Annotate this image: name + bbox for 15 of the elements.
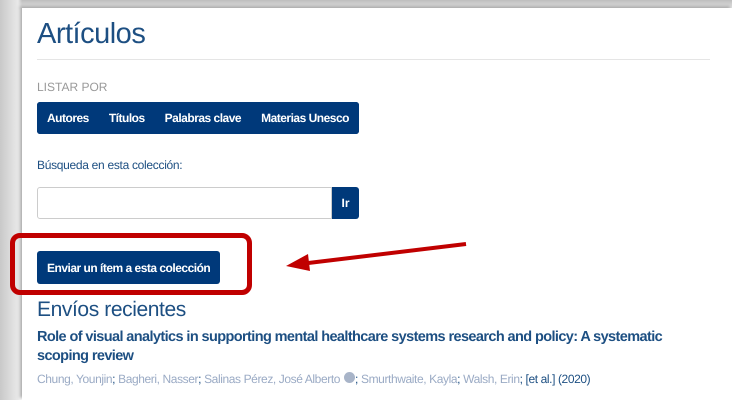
search-label: Búsqueda en esta colección: (37, 158, 182, 172)
separator: ; (520, 372, 523, 386)
separator: ; (355, 372, 358, 386)
separator: ; (198, 372, 202, 386)
browse-label: LISTAR POR (37, 80, 108, 94)
orcid-icon[interactable] (344, 372, 356, 383)
search-field[interactable] (37, 187, 332, 219)
etal-year: [et al.] (2020) (526, 372, 590, 386)
section-heading: Envíos recientes (37, 298, 186, 322)
separator: ; (457, 372, 460, 386)
separator: ; (112, 372, 116, 386)
item-title-link[interactable]: Role of visual analytics in supporting mental healthcare systems research and policy: A systematic scoping review (37, 328, 687, 366)
page-title: Artículos (37, 18, 146, 51)
search-button[interactable]: Ir (332, 187, 359, 219)
submit-item-button[interactable]: Enviar un ítem a esta colección (37, 251, 220, 284)
